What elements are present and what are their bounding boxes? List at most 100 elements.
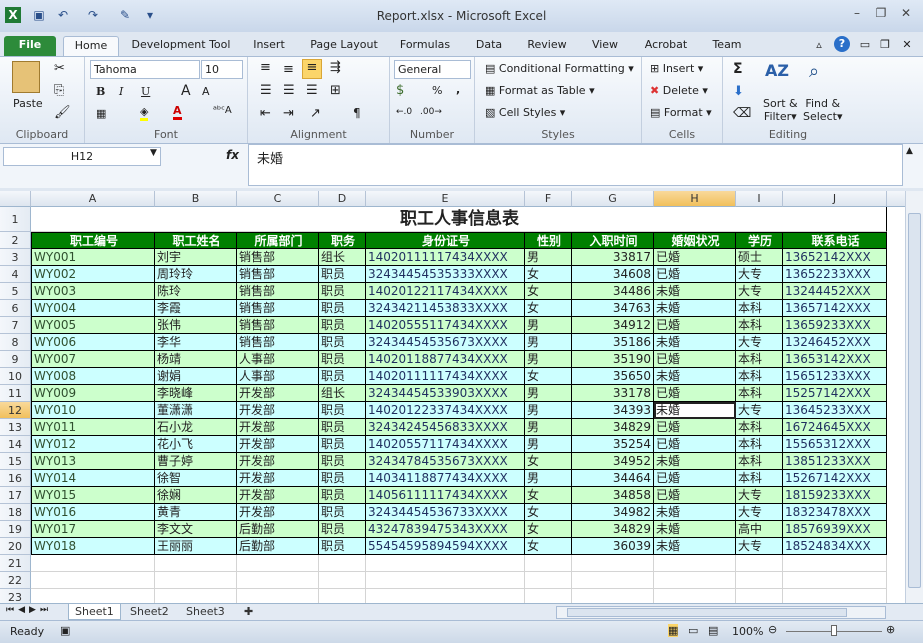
table-cell[interactable]: 女 [525,504,572,521]
table-cell[interactable]: 后勤部 [237,521,319,538]
table-cell[interactable]: 34393 [572,402,654,419]
table-cell[interactable]: 女 [525,368,572,385]
row-header-23[interactable]: 23 [0,589,31,603]
text-direction-icon[interactable]: ¶ [353,106,361,120]
insert-sheet-icon[interactable]: ✚ [238,604,259,620]
table-cell[interactable]: 女 [525,266,572,283]
sheet-nav-arrows-icon[interactable]: ⏮◀▶⏭ [6,605,52,615]
column-title[interactable]: 职工编号 [31,232,155,249]
row-header-8[interactable]: 8 [0,334,31,351]
name-box[interactable]: H12 [3,147,161,166]
table-cell[interactable]: 35650 [572,368,654,385]
table-cell[interactable]: WY013 [31,453,155,470]
table-cell[interactable]: 18159233XXX [783,487,887,504]
column-header-g[interactable]: G [572,191,654,207]
vertical-scroll-thumb[interactable] [908,213,921,588]
table-cell[interactable]: 职员 [319,453,366,470]
workbook-restore-icon[interactable]: ❐ [878,36,892,56]
table-cell[interactable]: 销售部 [237,334,319,351]
row-header-1[interactable]: 1 [0,207,31,232]
table-cell[interactable]: 女 [525,300,572,317]
table-cell[interactable]: 36039 [572,538,654,555]
normal-view-icon[interactable]: ▦ [668,624,679,637]
table-cell[interactable]: 男 [525,351,572,368]
grow-font-icon[interactable]: A [181,83,191,99]
row-header-17[interactable]: 17 [0,487,31,504]
table-cell[interactable]: WY008 [31,368,155,385]
row-header-9[interactable]: 9 [0,351,31,368]
table-cell[interactable]: 职员 [319,521,366,538]
align-top-icon[interactable]: ≡ [260,60,271,75]
empty-cell[interactable] [525,555,572,572]
table-cell[interactable]: 已婚 [654,385,736,402]
insert-cells-button[interactable]: ⊞ Insert ▾ [650,62,703,75]
table-cell[interactable]: 13244452XXX [783,283,887,300]
decrease-indent-icon[interactable]: ⇤ [260,106,271,121]
align-center-icon[interactable]: ☰ [283,83,295,98]
table-cell[interactable]: 15267142XXX [783,470,887,487]
table-cell[interactable]: 未婚 [654,334,736,351]
table-cell[interactable]: 男 [525,385,572,402]
empty-cell[interactable] [572,555,654,572]
table-cell[interactable]: 男 [525,419,572,436]
table-cell[interactable]: 本科 [736,317,783,334]
expand-formula-bar-icon[interactable]: ▲ [906,146,913,156]
orientation-icon[interactable]: ↗ [310,106,321,121]
table-cell[interactable]: 34952 [572,453,654,470]
percent-button[interactable]: % [432,84,442,97]
table-cell[interactable]: 15651233XXX [783,368,887,385]
row-header-5[interactable]: 5 [0,283,31,300]
table-cell[interactable]: 34829 [572,521,654,538]
table-cell[interactable]: 本科 [736,368,783,385]
table-cell[interactable]: 谢娟 [155,368,237,385]
decrease-decimal-icon[interactable]: .00→ [420,107,442,117]
table-cell[interactable]: 14056111117434XXXX [366,487,525,504]
table-cell[interactable]: 本科 [736,419,783,436]
table-cell[interactable]: 开发部 [237,487,319,504]
name-box-dropdown-icon[interactable]: ▼ [150,148,157,158]
table-cell[interactable]: WY010 [31,402,155,419]
table-cell[interactable]: 董潇潇 [155,402,237,419]
page-break-view-icon[interactable]: ▤ [708,624,718,637]
table-cell[interactable]: 13652233XXX [783,266,887,283]
empty-cell[interactable] [654,572,736,589]
tab-team[interactable]: Team [708,36,746,56]
table-cell[interactable]: 职员 [319,266,366,283]
autosum-button[interactable]: Σ [733,61,743,77]
table-cell[interactable]: 开发部 [237,470,319,487]
table-cell[interactable]: 32434784535673XXXX [366,453,525,470]
row-header-7[interactable]: 7 [0,317,31,334]
table-cell[interactable]: 已婚 [654,487,736,504]
table-cell[interactable]: 男 [525,402,572,419]
table-cell[interactable]: 本科 [736,453,783,470]
fill-color-icon[interactable]: ◈ [140,105,149,121]
table-cell[interactable]: 女 [525,521,572,538]
shrink-font-icon[interactable]: A [202,85,210,98]
table-cell[interactable]: 开发部 [237,385,319,402]
table-cell[interactable]: 13851233XXX [783,453,887,470]
table-cell[interactable]: 14020122117434XXXX [366,283,525,300]
column-title[interactable]: 入职时间 [572,232,654,249]
table-cell[interactable]: 大专 [736,334,783,351]
table-cell[interactable]: 男 [525,470,572,487]
table-cell[interactable]: 35190 [572,351,654,368]
clear-icon[interactable]: ⌫ [733,106,751,121]
table-cell[interactable]: 35254 [572,436,654,453]
table-cell[interactable]: 职员 [319,470,366,487]
find-select-button[interactable]: Find & Select▾ [803,97,842,123]
zoom-level[interactable]: 100% [732,625,763,638]
table-cell[interactable]: 32434454535333XXXX [366,266,525,283]
row-header-4[interactable]: 4 [0,266,31,283]
row-header-10[interactable]: 10 [0,368,31,385]
table-cell[interactable]: 徐智 [155,470,237,487]
table-cell[interactable]: WY004 [31,300,155,317]
table-cell[interactable]: 34858 [572,487,654,504]
horizontal-scrollbar[interactable] [556,606,886,619]
column-title[interactable]: 职工姓名 [155,232,237,249]
table-cell[interactable]: 已婚 [654,419,736,436]
table-cell[interactable]: 13653142XXX [783,351,887,368]
table-cell[interactable]: 职员 [319,283,366,300]
table-cell[interactable]: 女 [525,283,572,300]
table-cell[interactable]: 32434454535673XXXX [366,334,525,351]
fill-icon[interactable]: ⬇ [733,84,744,99]
